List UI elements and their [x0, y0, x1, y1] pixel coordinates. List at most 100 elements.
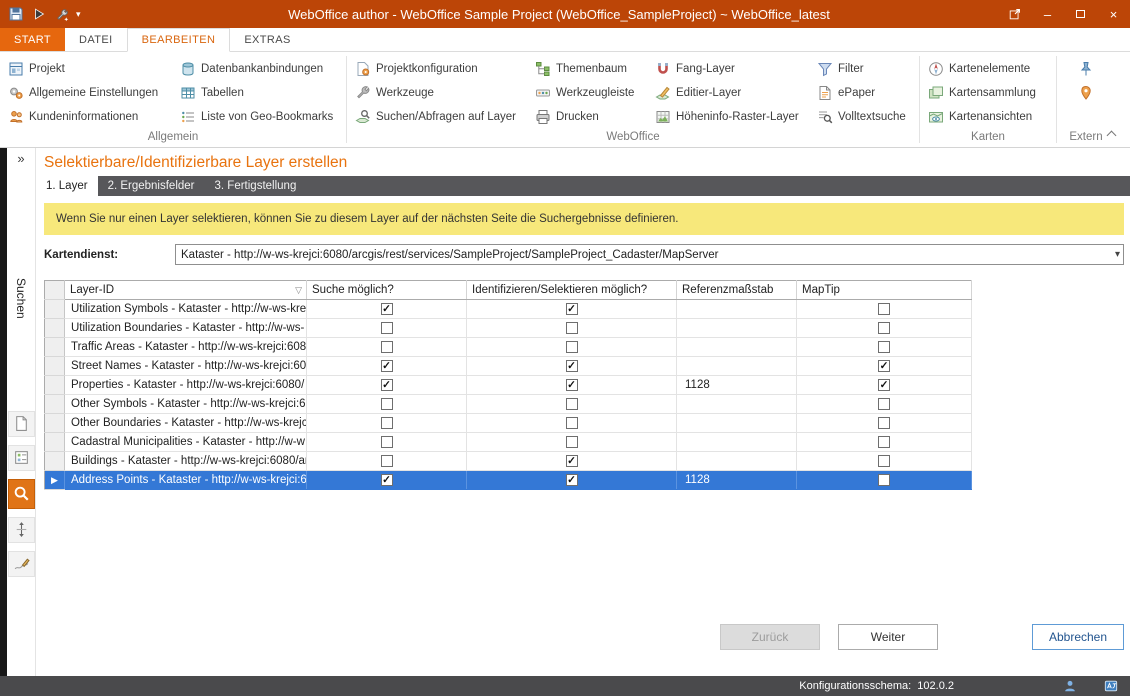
- referenzmassstab-cell[interactable]: 1128: [677, 376, 797, 395]
- maptip-checkbox[interactable]: [878, 417, 890, 429]
- ribbon-item-kundeninformationen[interactable]: Kundeninformationen: [8, 105, 166, 129]
- table-row[interactable]: Other Symbols - Kataster - http://w-ws-k…: [45, 395, 972, 414]
- popout-button[interactable]: [998, 0, 1031, 28]
- suche-checkbox[interactable]: [381, 455, 393, 467]
- suche-checkbox[interactable]: [381, 417, 393, 429]
- filter-icon[interactable]: ▽: [295, 285, 302, 296]
- repair-button[interactable]: [53, 5, 71, 23]
- ribbon-item-volltextsuche[interactable]: Volltextsuche: [817, 105, 907, 129]
- run-button[interactable]: [30, 5, 48, 23]
- layer-id-cell[interactable]: Utilization Symbols - Kataster - http://…: [65, 300, 307, 319]
- ribbon-item-epaper[interactable]: ePaper: [817, 81, 907, 105]
- identifizieren-checkbox[interactable]: ✓: [566, 455, 578, 467]
- identifizieren-checkbox[interactable]: [566, 341, 578, 353]
- referenzmassstab-cell[interactable]: [677, 395, 797, 414]
- suche-checkbox[interactable]: [381, 398, 393, 410]
- grid-corner-cell[interactable]: [45, 281, 65, 300]
- move-tool-button[interactable]: [8, 517, 35, 543]
- maptip-checkbox[interactable]: [878, 436, 890, 448]
- qat-options-button[interactable]: ▾: [76, 9, 88, 20]
- column-header-layer-id[interactable]: Layer-ID▽: [65, 281, 307, 300]
- identifizieren-checkbox[interactable]: ✓: [566, 474, 578, 486]
- identifizieren-checkbox[interactable]: ✓: [566, 360, 578, 372]
- layer-id-cell[interactable]: Street Names - Kataster - http://w-ws-kr…: [65, 357, 307, 376]
- row-header-cell[interactable]: [45, 300, 65, 319]
- next-button[interactable]: Weiter: [838, 624, 938, 650]
- layer-id-cell[interactable]: Other Boundaries - Kataster - http://w-w…: [65, 414, 307, 433]
- referenzmassstab-cell[interactable]: 1128: [677, 471, 797, 490]
- row-header-cell[interactable]: [45, 319, 65, 338]
- table-row[interactable]: Utilization Symbols - Kataster - http://…: [45, 300, 972, 319]
- table-row[interactable]: Street Names - Kataster - http://w-ws-kr…: [45, 357, 972, 376]
- tab-extras[interactable]: EXTRAS: [230, 28, 304, 51]
- referenzmassstab-cell[interactable]: [677, 319, 797, 338]
- ribbon-item-tabellen[interactable]: Tabellen: [180, 81, 338, 105]
- row-header-cell[interactable]: [45, 414, 65, 433]
- suche-checkbox[interactable]: ✓: [381, 474, 393, 486]
- step-tab-fertigstellung[interactable]: 3. Fertigstellung: [205, 176, 307, 196]
- tab-start[interactable]: START: [0, 28, 65, 51]
- suche-checkbox[interactable]: [381, 341, 393, 353]
- table-row[interactable]: Utilization Boundaries - Kataster - http…: [45, 319, 972, 338]
- step-tab-layer[interactable]: 1. Layer: [36, 176, 98, 196]
- table-row[interactable]: ▶Address Points - Kataster - http://w-ws…: [45, 471, 972, 490]
- save-button[interactable]: [7, 5, 25, 23]
- row-header-cell[interactable]: ▶: [45, 471, 65, 490]
- maptip-checkbox[interactable]: ✓: [878, 379, 890, 391]
- row-header-cell[interactable]: [45, 338, 65, 357]
- layer-id-cell[interactable]: Address Points - Kataster - http://w-ws-…: [65, 471, 307, 490]
- layer-id-cell[interactable]: Traffic Areas - Kataster - http://w-ws-k…: [65, 338, 307, 357]
- ribbon-item-datenbankanbindungen[interactable]: Datenbankanbindungen: [180, 57, 338, 81]
- suche-checkbox[interactable]: ✓: [381, 379, 393, 391]
- table-row[interactable]: Other Boundaries - Kataster - http://w-w…: [45, 414, 972, 433]
- row-header-cell[interactable]: [45, 357, 65, 376]
- tab-datei[interactable]: DATEI: [65, 28, 127, 51]
- maptip-checkbox[interactable]: [878, 341, 890, 353]
- column-header-referenzmassstab[interactable]: Referenzmaßstab: [677, 281, 797, 300]
- ribbon-item-fang-layer[interactable]: Fang-Layer: [655, 57, 803, 81]
- column-header-identifizieren[interactable]: Identifizieren/Selektieren möglich?: [467, 281, 677, 300]
- identifizieren-checkbox[interactable]: [566, 398, 578, 410]
- language-button[interactable]: [1103, 679, 1118, 694]
- ribbon-item-drucken[interactable]: Drucken: [535, 105, 641, 129]
- ribbon-item-hoeheninfo-raster-layer[interactable]: Höheninfo-Raster-Layer: [655, 105, 803, 129]
- maptip-checkbox[interactable]: [878, 303, 890, 315]
- referenzmassstab-cell[interactable]: [677, 300, 797, 319]
- layer-id-cell[interactable]: Properties - Kataster - http://w-ws-krej…: [65, 376, 307, 395]
- collapse-ribbon-button[interactable]: [1102, 127, 1120, 141]
- identifizieren-checkbox[interactable]: ✓: [566, 379, 578, 391]
- ribbon-item-kartenelemente[interactable]: Kartenelemente: [928, 57, 1046, 81]
- user-button[interactable]: [1062, 679, 1077, 694]
- ribbon-item-kartenansichten[interactable]: Kartenansichten: [928, 105, 1046, 129]
- suche-checkbox[interactable]: [381, 322, 393, 334]
- maptip-checkbox[interactable]: [878, 455, 890, 467]
- referenzmassstab-cell[interactable]: [677, 414, 797, 433]
- minimize-button[interactable]: –: [1031, 0, 1064, 28]
- suche-checkbox[interactable]: ✓: [381, 303, 393, 315]
- referenzmassstab-cell[interactable]: [677, 433, 797, 452]
- redline-tool-button[interactable]: [8, 551, 35, 577]
- referenzmassstab-cell[interactable]: [677, 357, 797, 376]
- column-header-maptip[interactable]: MapTip: [797, 281, 972, 300]
- ribbon-item-werkzeugleiste[interactable]: Werkzeugleiste: [535, 81, 641, 105]
- page-tool-button[interactable]: [8, 411, 35, 437]
- maptip-checkbox[interactable]: [878, 474, 890, 486]
- step-tab-ergebnisfelder[interactable]: 2. Ergebnisfelder: [98, 176, 205, 196]
- tab-bearbeiten[interactable]: BEARBEITEN: [127, 28, 231, 52]
- column-header-suche[interactable]: Suche möglich?: [307, 281, 467, 300]
- maptip-checkbox[interactable]: [878, 398, 890, 410]
- cancel-button[interactable]: Abbrechen: [1032, 624, 1124, 650]
- row-header-cell[interactable]: [45, 376, 65, 395]
- referenzmassstab-cell[interactable]: [677, 452, 797, 471]
- ribbon-item-projektkonfiguration[interactable]: Projektkonfiguration: [355, 57, 521, 81]
- ribbon-item-allgemeine-einstellungen[interactable]: Allgemeine Einstellungen: [8, 81, 166, 105]
- ribbon-item-kartensammlung[interactable]: Kartensammlung: [928, 81, 1046, 105]
- identifizieren-checkbox[interactable]: [566, 322, 578, 334]
- ribbon-item-filter[interactable]: Filter: [817, 57, 907, 81]
- layer-id-cell[interactable]: Cadastral Municipalities - Kataster - ht…: [65, 433, 307, 452]
- back-button[interactable]: Zurück: [720, 624, 820, 650]
- layer-id-cell[interactable]: Buildings - Kataster - http://w-ws-krejc…: [65, 452, 307, 471]
- maptip-checkbox[interactable]: ✓: [878, 360, 890, 372]
- ribbon-item-suchen-abfragen-auf-layer[interactable]: Suchen/Abfragen auf Layer: [355, 105, 521, 129]
- row-header-cell[interactable]: [45, 452, 65, 471]
